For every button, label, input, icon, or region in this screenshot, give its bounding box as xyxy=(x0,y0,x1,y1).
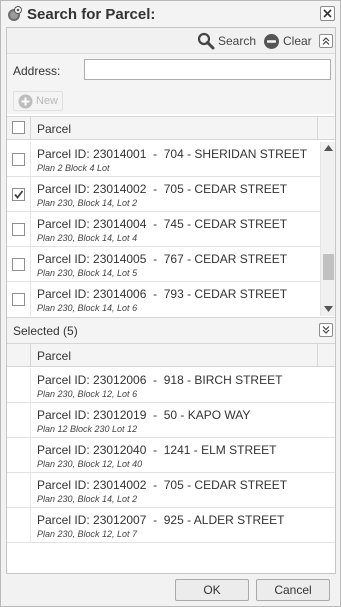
selected-list: Parcel ID: 23012006 - 918 - BIRCH STREET… xyxy=(7,368,335,543)
dialog-titlebar: Search for Parcel: xyxy=(1,1,340,27)
ok-button[interactable]: OK xyxy=(175,579,249,601)
cancel-button[interactable]: Cancel xyxy=(256,579,330,601)
parcel-title: Parcel ID: 23014005 - 767 - CEDAR STREET xyxy=(37,252,288,266)
clear-circle-icon xyxy=(264,33,279,49)
collapse-search-button[interactable] xyxy=(319,34,333,48)
parcel-legal: Plan 230, Block 12, Lot 6 xyxy=(37,389,138,399)
scroll-down-arrow-icon xyxy=(324,306,333,312)
row-checkbox-checked[interactable] xyxy=(12,188,25,201)
search-parcel-dialog: Search for Parcel: Search Clear Address:… xyxy=(0,0,341,607)
column-separator xyxy=(317,117,318,139)
parcel-legal: Plan 230, Block 14, Lot 5 xyxy=(37,268,138,278)
parcel-legal: Plan 230, Block 14, Lot 2 xyxy=(37,198,138,208)
parcel-legal: Plan 230, Block 12, Lot 40 xyxy=(37,459,143,469)
address-row: Address: xyxy=(7,54,335,88)
result-row[interactable]: Parcel ID: 23014006 - 793 - CEDAR STREET… xyxy=(7,282,320,316)
selected-grid-header: Parcel xyxy=(7,343,335,367)
dialog-content: Search Clear Address: New Parcel Parcel … xyxy=(6,27,336,574)
result-row[interactable]: Parcel ID: 23014004 - 745 - CEDAR STREET… xyxy=(7,212,320,247)
parcel-title: Parcel ID: 23014002 - 705 - CEDAR STREET xyxy=(37,478,288,492)
search-button-label: Search xyxy=(218,34,257,48)
results-scrollbar[interactable] xyxy=(320,142,335,316)
parcel-title: Parcel ID: 23014006 - 793 - CEDAR STREET xyxy=(37,287,288,301)
selected-row[interactable]: Parcel ID: 23012006 - 918 - BIRCH STREET… xyxy=(7,368,335,403)
parcel-legal: Plan 230, Block 14, Lot 4 xyxy=(37,233,138,243)
selected-row[interactable]: Parcel ID: 23012040 - 1241 - ELM STREET … xyxy=(7,438,335,473)
row-checkbox[interactable] xyxy=(12,293,25,306)
column-separator xyxy=(317,344,318,366)
parcel-legal: Plan 230, Block 12, Lot 7 xyxy=(37,529,138,539)
result-row[interactable]: Parcel ID: 23014001 - 704 - SHERIDAN STR… xyxy=(7,142,320,177)
result-row[interactable]: Parcel ID: 23014002 - 705 - CEDAR STREET… xyxy=(7,177,320,212)
selected-column-header[interactable]: Parcel xyxy=(37,349,71,363)
parcel-legal: Plan 2 Block 4 Lot xyxy=(37,163,110,173)
results-header: Parcel xyxy=(7,116,335,140)
row-checkbox[interactable] xyxy=(12,153,25,166)
checkmark-icon xyxy=(14,190,24,199)
parcel-title: Parcel ID: 23014001 - 704 - SHERIDAN STR… xyxy=(37,147,308,161)
plus-circle-icon xyxy=(18,94,33,108)
clear-button-label: Clear xyxy=(283,34,312,48)
globe-pin-icon xyxy=(7,6,23,22)
scroll-thumb[interactable] xyxy=(323,254,334,280)
selected-row[interactable]: Parcel ID: 23014002 - 705 - CEDAR STREET… xyxy=(7,473,335,508)
address-label: Address: xyxy=(13,64,61,78)
parcel-title: Parcel ID: 23012019 - 50 - KAPO WAY xyxy=(37,408,251,422)
selected-title: Selected (5) xyxy=(13,324,78,338)
dialog-footer: OK Cancel xyxy=(1,574,340,606)
results-column-header[interactable]: Parcel xyxy=(37,122,71,136)
search-toolbar: Search Clear xyxy=(7,28,335,54)
parcel-legal: Plan 230, Block 14, Lot 6 xyxy=(37,303,138,313)
selected-row[interactable]: Parcel ID: 23012019 - 50 - KAPO WAY Plan… xyxy=(7,403,335,438)
new-button[interactable]: New xyxy=(13,91,64,111)
result-row[interactable]: Parcel ID: 23014005 - 767 - CEDAR STREET… xyxy=(7,247,320,282)
new-row: New xyxy=(7,88,335,114)
parcel-title: Parcel ID: 23012007 - 925 - ALDER STREET xyxy=(37,513,285,527)
expand-selected-button[interactable] xyxy=(319,323,333,337)
double-chevron-down-icon xyxy=(322,326,330,334)
parcel-legal: Plan 12 Block 230 Lot 12 xyxy=(37,424,138,434)
parcel-legal: Plan 230, Block 14, Lot 2 xyxy=(37,494,138,504)
parcel-title: Parcel ID: 23012006 - 918 - BIRCH STREET xyxy=(37,373,283,387)
select-all-cell xyxy=(7,117,31,139)
address-input[interactable] xyxy=(84,59,331,80)
dialog-title: Search for Parcel: xyxy=(27,6,156,23)
row-checkbox[interactable] xyxy=(12,258,25,271)
row-checkbox[interactable] xyxy=(12,223,25,236)
close-icon xyxy=(323,9,332,18)
selected-panel-header: Selected (5) xyxy=(7,317,335,343)
close-button[interactable] xyxy=(320,6,335,21)
scroll-up-arrow-icon xyxy=(324,145,333,151)
search-button[interactable]: Search xyxy=(197,32,256,50)
parcel-title: Parcel ID: 23014004 - 745 - CEDAR STREET xyxy=(37,217,288,231)
parcel-title: Parcel ID: 23014002 - 705 - CEDAR STREET xyxy=(37,182,288,196)
magnifier-icon xyxy=(197,32,215,50)
clear-button[interactable]: Clear xyxy=(263,32,312,50)
selected-row[interactable]: Parcel ID: 23012007 - 925 - ALDER STREET… xyxy=(7,508,335,543)
select-all-checkbox[interactable] xyxy=(12,121,25,134)
new-button-label: New xyxy=(36,95,59,107)
results-list: Parcel ID: 23014001 - 704 - SHERIDAN STR… xyxy=(7,142,335,316)
selected-blank-cell xyxy=(7,344,31,366)
double-chevron-up-icon xyxy=(322,37,330,45)
parcel-title: Parcel ID: 23012040 - 1241 - ELM STREET xyxy=(37,443,277,457)
